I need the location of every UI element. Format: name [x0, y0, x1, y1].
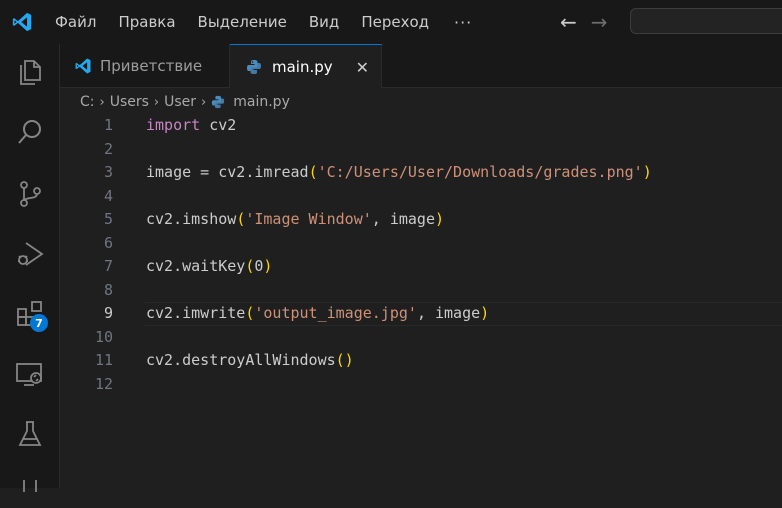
- line-number: 9: [103, 304, 113, 322]
- line-number: 11: [94, 351, 113, 369]
- code-token: import: [146, 116, 201, 134]
- code-line[interactable]: 2: [60, 138, 782, 162]
- code-token: (: [236, 210, 246, 228]
- line-number: 8: [103, 280, 113, 299]
- tab-main-py[interactable]: main.py ✕: [230, 44, 382, 89]
- code-token: ): [435, 210, 445, 228]
- menu-edit[interactable]: Правка: [107, 0, 186, 44]
- code-token: , image: [371, 210, 435, 228]
- menu-selection[interactable]: Выделение: [187, 0, 298, 44]
- code-token: cv2.destroyAllWindows: [146, 351, 336, 369]
- code-line[interactable]: 3 image = cv2.imread('C:/Users/User/Downl…: [60, 161, 782, 185]
- remote-explorer-icon[interactable]: [14, 358, 46, 390]
- code-token: ): [263, 257, 273, 275]
- code-token: 'C:/Users/User/Downloads/grades.png': [317, 163, 643, 181]
- breadcrumb-file[interactable]: main.py: [233, 94, 290, 110]
- code-line[interactable]: 10: [60, 326, 782, 350]
- code-token: (: [308, 163, 318, 181]
- command-center-search[interactable]: [630, 8, 782, 34]
- line-number: 6: [103, 233, 113, 252]
- line-number: 7: [103, 257, 113, 275]
- code-line[interactable]: 4: [60, 185, 782, 209]
- code-line[interactable]: 5 cv2.imshow('Image Window', image): [60, 208, 782, 232]
- navigation-arrows: ← →: [560, 0, 608, 44]
- line-number: 3: [103, 163, 113, 181]
- code-line[interactable]: 9 cv2.imwrite('output_image.jpg', image): [60, 302, 782, 326]
- chevron-right-icon: ›: [201, 94, 207, 110]
- breadcrumb: C: › Users › User › main.py: [80, 90, 290, 114]
- menu-go[interactable]: Переход: [350, 0, 440, 44]
- run-debug-icon[interactable]: [14, 238, 46, 270]
- code-line[interactable]: 8: [60, 279, 782, 303]
- back-arrow-icon[interactable]: ←: [560, 10, 577, 34]
- editor-tab-bar: Приветствие main.py ✕: [60, 44, 782, 89]
- menu-view[interactable]: Вид: [298, 0, 350, 44]
- code-token: , image: [416, 304, 481, 322]
- line-number: 10: [94, 327, 113, 346]
- chevron-right-icon: ›: [99, 94, 105, 110]
- code-token: cv2.waitKey: [146, 257, 246, 275]
- vscode-tab-icon: [75, 58, 91, 74]
- code-token: cv2.imshow: [146, 210, 237, 228]
- search-icon[interactable]: [14, 116, 46, 148]
- line-number: 12: [94, 374, 113, 393]
- code-line[interactable]: 11 cv2.destroyAllWindows(): [60, 349, 782, 373]
- code-text: cv2.imwrite('output_image.jpg', image): [146, 302, 489, 326]
- tab-welcome-label: Приветствие: [100, 57, 203, 75]
- code-line[interactable]: 7 cv2.waitKey(0): [60, 255, 782, 279]
- python-file-icon: [212, 95, 225, 109]
- code-editor[interactable]: 1 import cv2 2 3 image = cv2.imread('C:/User…: [60, 114, 782, 488]
- code-line[interactable]: 6: [60, 232, 782, 256]
- more-activity-icon[interactable]: [14, 472, 46, 504]
- tab-welcome[interactable]: Приветствие: [60, 44, 230, 88]
- code-text: cv2.waitKey(0): [146, 255, 272, 279]
- tab-main-py-label: main.py: [272, 58, 333, 76]
- code-line[interactable]: 1 import cv2: [60, 114, 782, 138]
- explorer-icon[interactable]: [14, 56, 46, 88]
- code-token: 'Image Window': [245, 210, 372, 228]
- title-bar: Файл Правка Выделение Вид Переход ··· ← …: [0, 0, 782, 44]
- line-number: 4: [103, 186, 113, 205]
- code-text: image = cv2.imread('C:/Users/User/Downlo…: [146, 161, 652, 185]
- code-token: ): [642, 163, 652, 181]
- code-token: 'output_image.jpg': [254, 304, 417, 322]
- testing-flask-icon[interactable]: [14, 418, 46, 450]
- code-text: cv2.imshow('Image Window', image): [146, 208, 444, 232]
- code-token: cv2.imwrite: [146, 304, 246, 322]
- line-number: 5: [103, 210, 113, 228]
- vscode-logo-icon: [0, 0, 44, 44]
- line-number: 2: [103, 139, 113, 158]
- breadcrumb-user[interactable]: User: [164, 94, 196, 110]
- code-token: cv2: [200, 116, 237, 134]
- menu-bar: Файл Правка Выделение Вид Переход ···: [44, 0, 486, 44]
- code-token: (): [335, 351, 354, 369]
- chevron-right-icon: ›: [153, 94, 160, 110]
- extensions-badge: 7: [30, 314, 48, 332]
- python-file-icon: [247, 60, 261, 74]
- menu-file[interactable]: Файл: [44, 0, 107, 44]
- breadcrumb-users[interactable]: Users: [110, 94, 149, 110]
- line-number: 1: [103, 116, 113, 134]
- code-text: cv2.destroyAllWindows(): [146, 349, 354, 373]
- close-icon[interactable]: ✕: [356, 58, 369, 77]
- forward-arrow-icon[interactable]: →: [591, 10, 608, 34]
- code-token: image = cv2.imread: [146, 163, 309, 181]
- menu-more-icon[interactable]: ···: [440, 13, 486, 32]
- source-control-icon[interactable]: [14, 178, 46, 210]
- breadcrumb-drive[interactable]: C:: [80, 94, 95, 110]
- code-token: ): [480, 304, 490, 322]
- activity-bar: 7: [0, 44, 60, 492]
- code-line[interactable]: 12: [60, 373, 782, 397]
- code-text: import cv2: [146, 114, 236, 138]
